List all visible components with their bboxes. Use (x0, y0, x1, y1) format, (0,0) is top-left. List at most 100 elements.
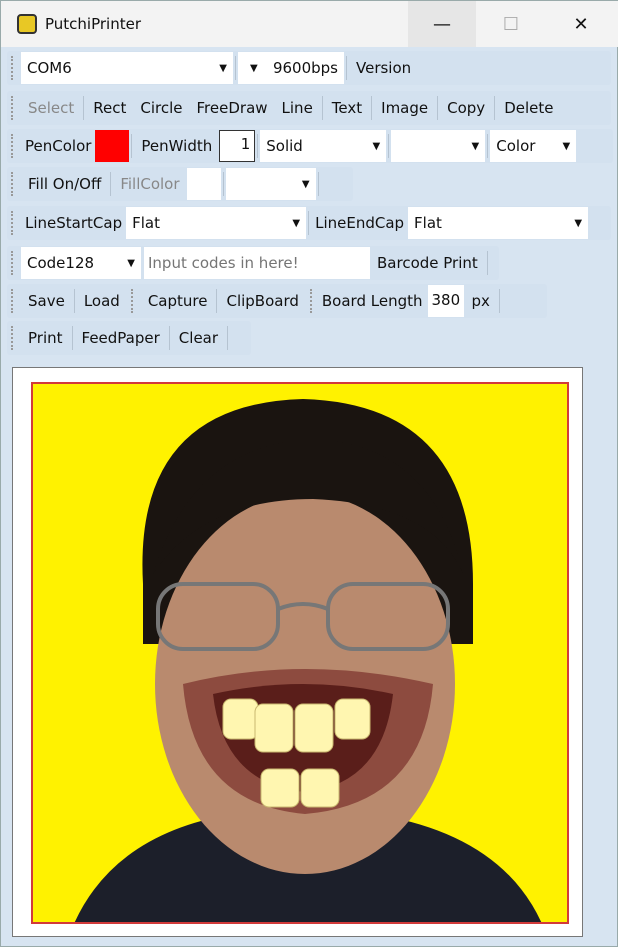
divider (216, 289, 218, 313)
toolbar-linecap: LineStartCap Flat ▼ LineEndCap Flat ▼ (7, 206, 611, 240)
load-button[interactable]: Load (77, 292, 127, 310)
pen-width-label: PenWidth (141, 137, 213, 155)
canvas-image[interactable] (31, 382, 569, 924)
grip-handle[interactable] (11, 211, 15, 235)
divider (437, 96, 439, 120)
divider (257, 134, 259, 158)
line-end-cap-label: LineEndCap (315, 214, 405, 232)
line-start-cap-select[interactable]: Flat ▼ (126, 207, 307, 239)
tool-rect[interactable]: Rect (86, 99, 133, 117)
version-button[interactable]: Version (349, 59, 418, 77)
style-select[interactable]: ▼ (391, 130, 486, 162)
title-bar: PutchiPrinter — ☐ ✕ (1, 1, 618, 47)
chevron-down-icon: ▼ (372, 140, 381, 152)
clear-button[interactable]: Clear (172, 329, 225, 347)
line-start-cap-value: Flat (132, 214, 160, 232)
minimize-button[interactable]: — (408, 1, 476, 47)
barcode-type-select[interactable]: Code128 ▼ (21, 247, 141, 279)
toolbar-tools: Select Rect Circle FreeDraw Line Text Im… (7, 91, 611, 125)
color-mode-select[interactable]: Color ▼ (490, 130, 577, 162)
maximize-button[interactable]: ☐ (477, 1, 545, 47)
line-start-cap-label: LineStartCap (25, 214, 123, 232)
pen-color-swatch[interactable] (95, 130, 130, 162)
grip-handle[interactable] (11, 134, 15, 158)
divider (110, 172, 112, 196)
grip-handle[interactable] (11, 96, 15, 120)
divider (317, 172, 319, 196)
grip-handle[interactable] (11, 56, 15, 80)
baud-select[interactable]: ▼ 9600bps (238, 52, 344, 84)
tool-image[interactable]: Image (374, 99, 435, 117)
chevron-down-icon: ▼ (301, 178, 310, 190)
clipboard-button[interactable]: ClipBoard (219, 292, 305, 310)
divider (83, 96, 85, 120)
divider (222, 172, 224, 196)
chevron-down-icon: ▼ (562, 140, 571, 152)
tool-copy[interactable]: Copy (440, 99, 492, 117)
port-value: COM6 (27, 59, 72, 77)
chevron-down-icon: ▼ (574, 217, 583, 229)
toolbar-pen: PenColor PenWidth 1 Solid ▼ ▼ Color ▼ (7, 129, 613, 163)
grip-handle[interactable] (11, 326, 15, 350)
barcode-input[interactable] (144, 247, 370, 279)
divider (308, 211, 310, 235)
dash-style-select[interactable]: Solid ▼ (260, 130, 387, 162)
divider (168, 326, 170, 350)
grip-handle[interactable] (11, 289, 15, 313)
feed-paper-button[interactable]: FeedPaper (75, 329, 167, 347)
line-end-cap-select[interactable]: Flat ▼ (408, 207, 589, 239)
tool-select[interactable]: Select (21, 99, 81, 117)
chevron-down-icon: ▼ (219, 62, 227, 74)
divider (73, 289, 75, 313)
pen-width-input[interactable]: 1 (219, 130, 256, 162)
divider (487, 134, 489, 158)
drawing-board[interactable] (12, 367, 583, 937)
divider (494, 96, 496, 120)
tool-circle[interactable]: Circle (133, 99, 189, 117)
chevron-down-icon: ▼ (292, 217, 301, 229)
chevron-down-icon: ▼ (127, 257, 135, 269)
port-select[interactable]: COM6 ▼ (21, 52, 233, 84)
divider (498, 289, 500, 313)
tool-delete[interactable]: Delete (497, 99, 560, 117)
fill-style-select[interactable]: ▼ (225, 168, 316, 200)
divider (71, 326, 73, 350)
fill-color-swatch[interactable] (186, 168, 221, 200)
board-length-input[interactable]: 380 (428, 285, 465, 317)
divider (235, 56, 236, 80)
printer-app-icon (17, 14, 37, 34)
capture-button[interactable]: Capture (141, 292, 215, 310)
print-button[interactable]: Print (21, 329, 70, 347)
chevron-down-icon: ▼ (471, 140, 480, 152)
toolbar-fill: Fill On/Off FillColor ▼ (7, 167, 353, 201)
pen-color-button[interactable]: PenColor (21, 137, 95, 155)
save-button[interactable]: Save (21, 292, 72, 310)
divider (388, 134, 390, 158)
close-button[interactable]: ✕ (547, 1, 615, 47)
tool-freedraw[interactable]: FreeDraw (190, 99, 275, 117)
divider (131, 134, 133, 158)
barcode-print-button[interactable]: Barcode Print (370, 254, 485, 272)
board-length-label: Board Length (321, 292, 423, 310)
barcode-type-value: Code128 (27, 254, 95, 272)
grip-handle[interactable] (309, 289, 314, 313)
portrait-image (74, 399, 542, 922)
color-mode-value: Color (496, 137, 536, 155)
divider (346, 56, 347, 80)
fill-color-button[interactable]: FillColor (113, 175, 186, 193)
divider (486, 251, 488, 275)
grip-handle[interactable] (130, 289, 135, 313)
tool-line[interactable]: Line (275, 99, 320, 117)
tool-text[interactable]: Text (325, 99, 369, 117)
divider (227, 326, 229, 350)
grip-handle[interactable] (11, 251, 15, 275)
toolbar-connection: COM6 ▼ ▼ 9600bps Version (7, 51, 611, 85)
grip-handle[interactable] (11, 172, 15, 196)
baud-value: 9600bps (272, 59, 338, 77)
unit-label: px (471, 292, 490, 310)
divider (371, 96, 373, 120)
fill-toggle-button[interactable]: Fill On/Off (21, 175, 108, 193)
toolbar-barcode: Code128 ▼ Barcode Print (7, 246, 499, 280)
toolbar-file: Save Load Capture ClipBoard Board Length… (7, 284, 547, 318)
window-title: PutchiPrinter (45, 15, 141, 33)
